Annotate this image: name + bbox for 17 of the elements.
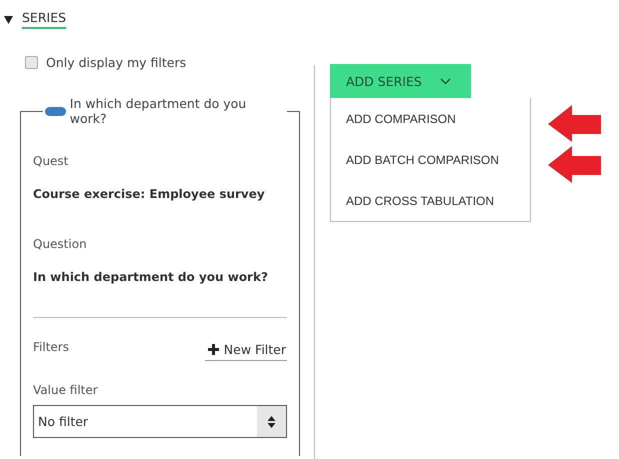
add-series-button[interactable]: ADD SERIES [330,64,471,98]
plus-icon [208,344,219,355]
toggle-switch[interactable] [45,106,66,116]
collapse-triangle-icon[interactable] [4,14,13,24]
field-label: Question [33,237,88,251]
stepper-arrows-icon [257,406,286,437]
checkbox-label: Only display my filters [46,54,186,70]
new-filter-button[interactable]: New Filter [204,340,287,361]
checkbox[interactable] [25,56,38,68]
value-filter-select[interactable]: No filter [33,405,287,438]
panel-legend: In which department do you work? [70,96,285,126]
field-value: In which department do you work? [33,270,269,284]
field-value: Course exercise: Employee survey [33,187,266,201]
field-label: Quest [33,154,70,168]
value-filter-label: Value filter [33,383,99,397]
section-title[interactable]: SERIES [22,10,66,28]
filters-label: Filters [33,340,69,354]
